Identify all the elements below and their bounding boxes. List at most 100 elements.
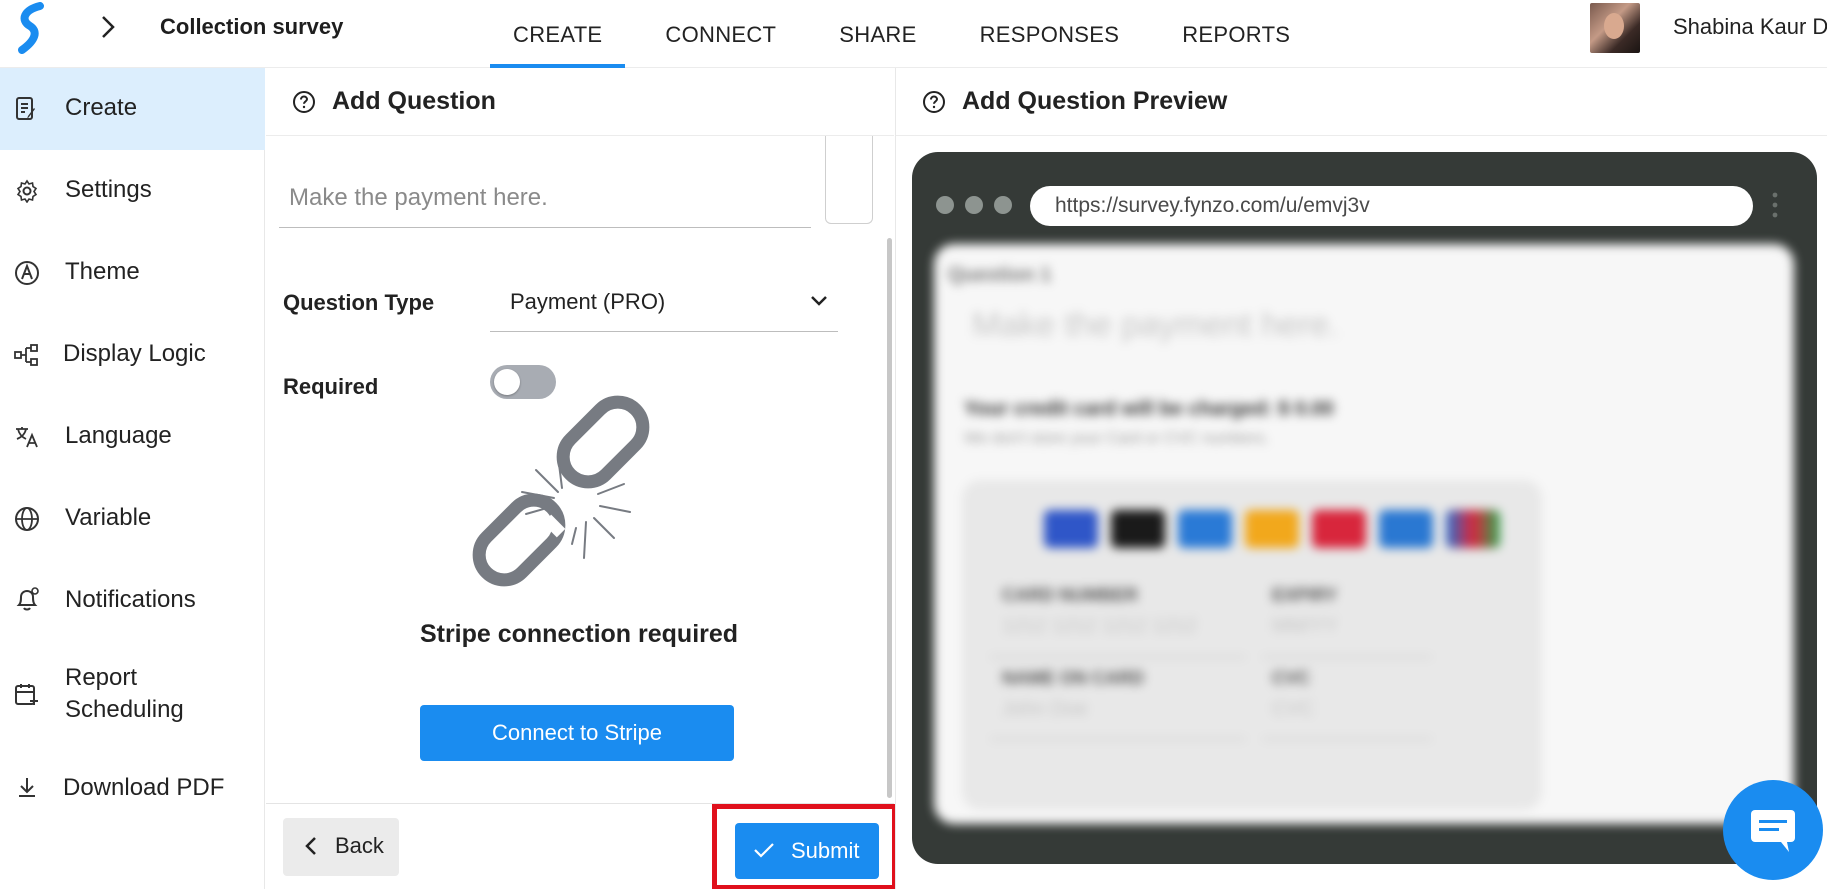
diners-icon — [1379, 510, 1433, 548]
question-editor-panel: Add Question Make the payment here. Ques… — [266, 68, 897, 889]
sidebar-item-label: Report Scheduling — [65, 664, 184, 723]
chevron-down-icon — [811, 296, 827, 306]
fynzo-logo-icon[interactable] — [14, 2, 50, 54]
globe-icon — [14, 506, 40, 532]
name-on-card-label: NAME ON CARD — [1002, 668, 1144, 688]
card-brand-logos — [1044, 510, 1513, 548]
avatar[interactable] — [1590, 3, 1640, 53]
expiry-label: EXPIRY — [1272, 585, 1338, 605]
unionpay-icon — [1312, 510, 1366, 548]
calendar-plus-icon — [14, 682, 40, 708]
preview-question-text: Make the payment here. — [972, 306, 1339, 344]
expiry-placeholder: MM/YY — [1272, 615, 1338, 637]
preview-header: Add Question Preview — [896, 68, 1827, 136]
browser-mockup: https://survey.fynzo.com/u/emvj3v Questi… — [912, 152, 1817, 864]
bell-icon — [14, 586, 40, 612]
download-icon — [14, 774, 40, 800]
sidebar-item-label: Variable — [65, 504, 152, 531]
tab-connect[interactable]: CONNECT — [642, 0, 799, 68]
jcb-icon — [1446, 510, 1500, 548]
tab-responses[interactable]: RESPONSES — [957, 0, 1143, 68]
question-type-value: Payment (PRO) — [510, 289, 666, 314]
user-name[interactable]: Shabina Kaur D — [1673, 14, 1827, 40]
preview-title: Add Question Preview — [962, 87, 1228, 115]
divider — [990, 656, 1246, 658]
card-form: CARD NUMBER 1212 1212 1212 1212 EXPIRY M… — [962, 480, 1542, 810]
stripe-required-message: Stripe connection required — [419, 620, 739, 648]
sidebar-item-variable[interactable]: Variable — [0, 478, 265, 560]
chevron-right-icon[interactable] — [96, 14, 120, 40]
sidebar-item-notifications[interactable]: Notifications — [0, 560, 265, 642]
question-text-value: Make the payment here. — [289, 184, 548, 211]
gear-icon — [14, 178, 40, 204]
back-button-label: Back — [335, 833, 384, 858]
palette-icon — [14, 260, 40, 286]
question-text-field[interactable]: Make the payment here. — [279, 136, 811, 228]
editor-title: Add Question — [332, 87, 496, 115]
submit-button-label: Submit — [791, 838, 860, 863]
editor-footer: Back Submit — [266, 803, 897, 889]
sidebar-item-download-pdf[interactable]: Download PDF — [0, 748, 265, 830]
sidebar: Create Settings Theme Display Logic Lang… — [0, 68, 265, 889]
preview-question-number: Question 1 — [948, 264, 1052, 286]
sidebar-item-label: Display Logic — [63, 340, 206, 367]
sidebar-item-label: Language — [65, 422, 172, 449]
live-chat-button[interactable] — [1723, 780, 1823, 880]
url-bar: https://survey.fynzo.com/u/emvj3v — [1030, 186, 1753, 226]
sidebar-item-label: Notifications — [65, 586, 196, 613]
question-options-button[interactable] — [825, 136, 873, 224]
url-text: https://survey.fynzo.com/u/emvj3v — [1055, 194, 1370, 217]
divider — [1262, 656, 1432, 658]
required-label: Required — [283, 374, 379, 399]
preview-page: Question 1 Make the payment here. Your c… — [934, 244, 1794, 824]
divider — [1262, 738, 1432, 740]
tab-create[interactable]: CREATE — [490, 0, 626, 68]
mastercard-icon — [1111, 510, 1165, 548]
preview-charge-text: Your credit card will be charged: $ 0.00 — [964, 398, 1334, 420]
tab-share[interactable]: SHARE — [816, 0, 939, 68]
cvc-label: CVC — [1272, 668, 1311, 688]
cvc-placeholder: CVC — [1272, 698, 1315, 720]
sidebar-item-label: Create — [65, 94, 138, 121]
editor-header: Add Question — [266, 68, 894, 136]
sidebar-item-label: Settings — [65, 176, 152, 203]
sidebar-item-create[interactable]: Create — [0, 68, 265, 150]
sidebar-item-theme[interactable]: Theme — [0, 232, 265, 314]
card-number-placeholder: 1212 1212 1212 1212 — [1002, 615, 1197, 637]
visa-icon — [1044, 510, 1098, 548]
card-number-label: CARD NUMBER — [1002, 585, 1138, 605]
sidebar-item-report-scheduling[interactable]: Report Scheduling — [0, 642, 265, 748]
preview-panel: Add Question Preview https://survey.fynz… — [895, 68, 1827, 889]
back-button[interactable]: Back — [283, 818, 399, 876]
question-type-label: Question Type — [283, 290, 435, 315]
divider — [990, 738, 1246, 740]
survey-title[interactable]: Collection survey — [160, 14, 343, 40]
help-circle-icon — [923, 91, 945, 113]
edit-document-icon — [14, 96, 40, 122]
help-circle-icon — [293, 91, 315, 113]
top-bar: Collection survey CREATE CONNECT SHARE R… — [0, 0, 1827, 68]
sidebar-item-language[interactable]: Language — [0, 396, 265, 478]
connect-stripe-button[interactable]: Connect to Stripe — [420, 705, 734, 761]
tab-reports[interactable]: REPORTS — [1159, 0, 1313, 68]
flow-icon — [14, 342, 40, 368]
chevron-left-icon — [305, 837, 316, 855]
sidebar-item-label: Download PDF — [63, 774, 225, 801]
sidebar-item-label: Theme — [65, 258, 140, 285]
sidebar-item-settings[interactable]: Settings — [0, 150, 265, 232]
window-dots — [936, 196, 1023, 214]
main-tabs: CREATE CONNECT SHARE RESPONSES REPORTS — [490, 0, 1313, 68]
checkmark-icon — [754, 843, 774, 858]
more-vert-icon — [1772, 192, 1778, 218]
name-on-card-placeholder: John Doe — [1002, 698, 1088, 720]
sidebar-item-display-logic[interactable]: Display Logic — [0, 314, 265, 396]
discover-icon — [1245, 510, 1299, 548]
submit-button[interactable]: Submit — [735, 823, 879, 879]
preview-note: We don't store your Card or CVC numbers. — [964, 430, 1270, 447]
question-type-select[interactable]: Payment (PRO) — [490, 274, 838, 332]
translate-icon — [14, 424, 40, 450]
broken-link-icon — [472, 395, 650, 587]
submit-highlight-box: Submit — [712, 804, 897, 889]
editor-scrollbar[interactable] — [887, 238, 892, 798]
chat-icon — [1751, 810, 1795, 852]
